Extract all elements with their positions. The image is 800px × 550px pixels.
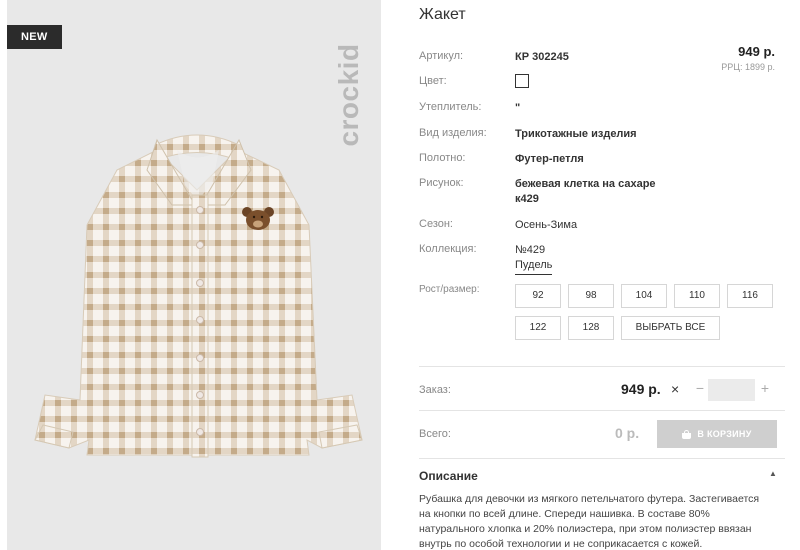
description-text: Рубашка для девочки из мягкого петельчат… [419,493,760,550]
new-badge: NEW [7,25,62,49]
spec-label: Цвет: [419,75,447,87]
spec-value: КР 302245 [515,51,569,63]
divider [419,458,785,459]
spec-value: " [515,102,521,114]
quantity-input[interactable] [708,379,755,401]
product-photo[interactable]: NEW crockid [7,0,381,550]
sizes-label: Рост/размер: [419,284,480,295]
size-option-122[interactable]: 122 [515,316,561,340]
description-title[interactable]: Описание [419,469,478,483]
spec-label: Артикул: [419,50,464,62]
size-option-110[interactable]: 110 [674,284,720,308]
size-option-104[interactable]: 104 [621,284,667,308]
spec-label: Утеплитель: [419,101,482,113]
product-title: Жакет [419,6,466,23]
quantity-increase-button[interactable]: + [758,380,772,396]
times-icon: × [671,381,680,397]
collapse-arrow-icon[interactable]: ▲ [769,469,777,478]
spec-value: бежевая клетка на сахаре к429 [515,178,656,205]
spec-label: Рисунок: [419,177,464,189]
spec-label: Полотно: [419,152,466,164]
divider [419,410,785,411]
order-price: 949 р. [621,381,661,397]
cart-icon [682,429,692,439]
spec-label: Коллекция: [419,243,477,255]
spec-value: Осень-Зима [515,219,578,231]
size-option-92[interactable]: 92 [515,284,561,308]
total-label: Всего: [419,428,451,440]
spec-value: Футер-петля [515,153,584,165]
total-value: 0 р. [615,425,640,441]
recommended-price: РРЦ: 1899 р. [721,62,775,72]
size-option-98[interactable]: 98 [568,284,614,308]
color-swatch[interactable] [515,74,529,88]
size-option-116[interactable]: 116 [727,284,773,308]
order-label: Заказ: [419,384,451,396]
product-info: Жакет 949 р. РРЦ: 1899 р. Артикул: КР 30… [419,0,789,550]
add-to-cart-label: В КОРЗИНУ [697,429,752,439]
spec-label: Сезон: [419,218,453,230]
spec-value: Трикотажные изделия [515,128,637,140]
select-all-sizes-button[interactable]: ВЫБРАТЬ ВСЕ [621,316,720,340]
size-option-128[interactable]: 128 [568,316,614,340]
shirt-image [34,134,363,458]
add-to-cart-button[interactable]: В КОРЗИНУ [657,420,777,448]
divider [419,366,785,367]
brand-logo: crockid [333,43,364,147]
quantity-decrease-button[interactable]: − [692,380,708,396]
spec-label: Вид изделия: [419,127,487,139]
product-price: 949 р. [738,44,775,59]
collection-link[interactable]: №429 Пудель [515,243,552,275]
